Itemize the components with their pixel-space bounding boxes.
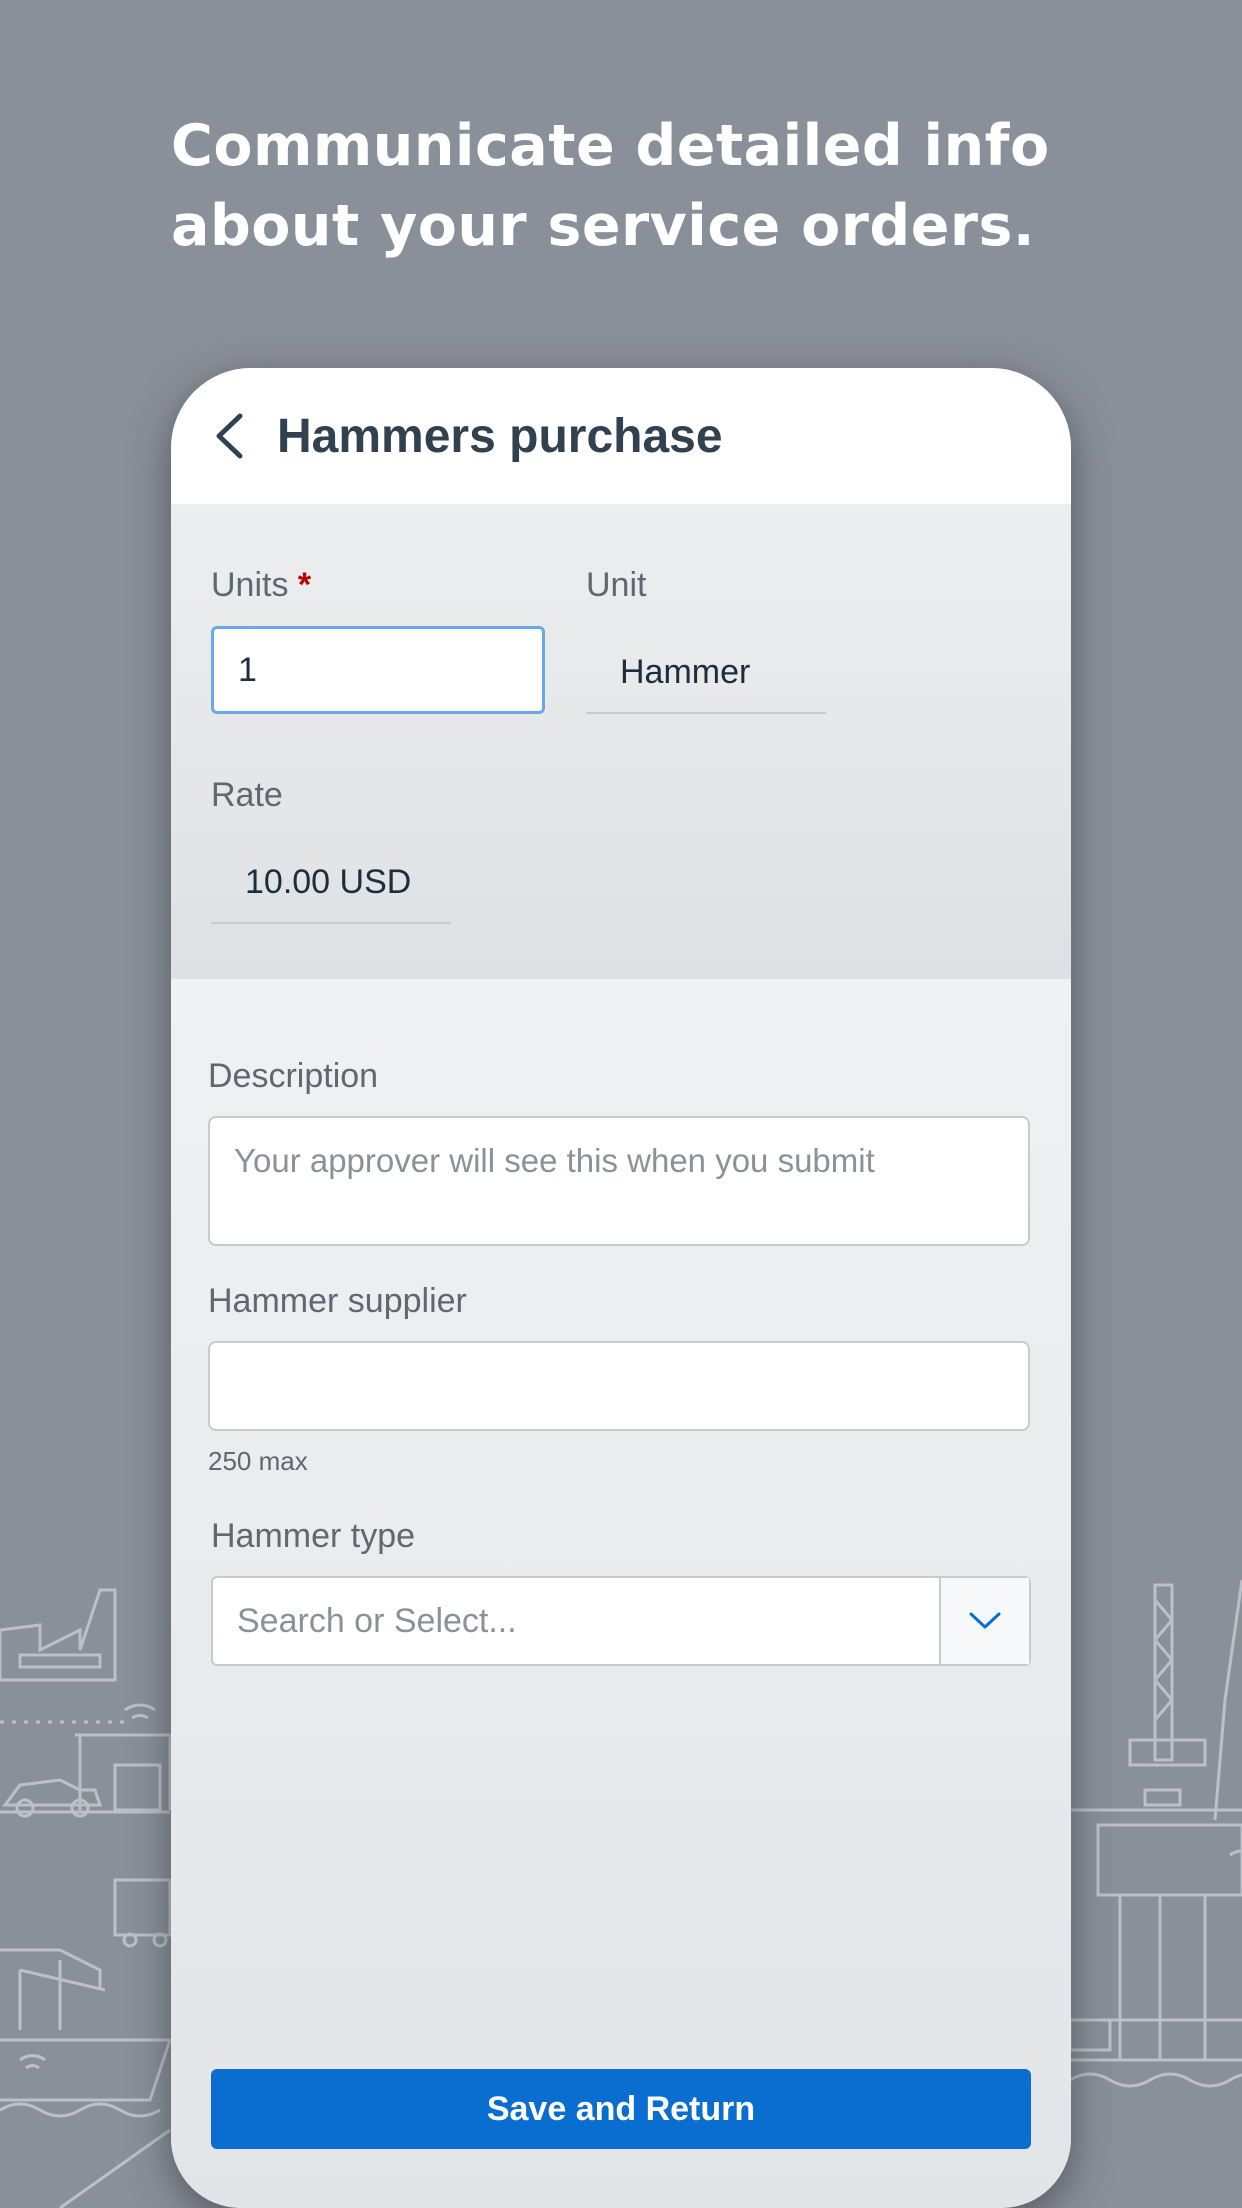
navigation-bar: Hammers purchase (171, 368, 1071, 504)
marketing-headline: Communicate detailed info about your ser… (171, 106, 1131, 266)
page-title: Hammers purchase (277, 409, 723, 463)
required-asterisk: * (297, 566, 312, 604)
unit-label: Unit (586, 566, 647, 604)
description-placeholder: Your approver will see this when you sub… (234, 1142, 875, 1179)
units-label-text: Units (211, 566, 289, 604)
details-section: Description Your approver will see this … (171, 979, 1071, 2208)
rate-value: 10.00 USD (211, 842, 451, 924)
headline-line-1: Communicate detailed info (171, 113, 1050, 179)
hammer-type-label: Hammer type (211, 1517, 416, 1555)
units-input-value: 1 (238, 650, 257, 689)
phone-screen: Hammers purchase Units * 1 Unit Hammer R… (171, 368, 1071, 2208)
save-and-return-button[interactable]: Save and Return (211, 2069, 1031, 2149)
description-textarea[interactable]: Your approver will see this when you sub… (208, 1116, 1030, 1246)
description-label: Description (208, 1057, 379, 1095)
headline-line-2: about your service orders. (171, 193, 1036, 259)
supplier-max-hint: 250 max (208, 1446, 308, 1476)
rate-label: Rate (211, 776, 283, 814)
units-input[interactable]: 1 (211, 626, 545, 714)
hammer-type-placeholder[interactable]: Search or Select... (213, 1578, 939, 1664)
hammer-type-combobox[interactable]: Search or Select... (211, 1576, 1031, 1666)
supplier-label: Hammer supplier (208, 1282, 467, 1320)
supplier-input[interactable] (208, 1341, 1030, 1431)
back-chevron-icon[interactable] (207, 406, 251, 466)
unit-value: Hammer (586, 632, 826, 714)
dropdown-chevron-down-icon[interactable] (939, 1578, 1029, 1664)
units-label: Units * (211, 566, 311, 605)
quantity-section: Units * 1 Unit Hammer Rate 10.00 USD (171, 504, 1071, 979)
